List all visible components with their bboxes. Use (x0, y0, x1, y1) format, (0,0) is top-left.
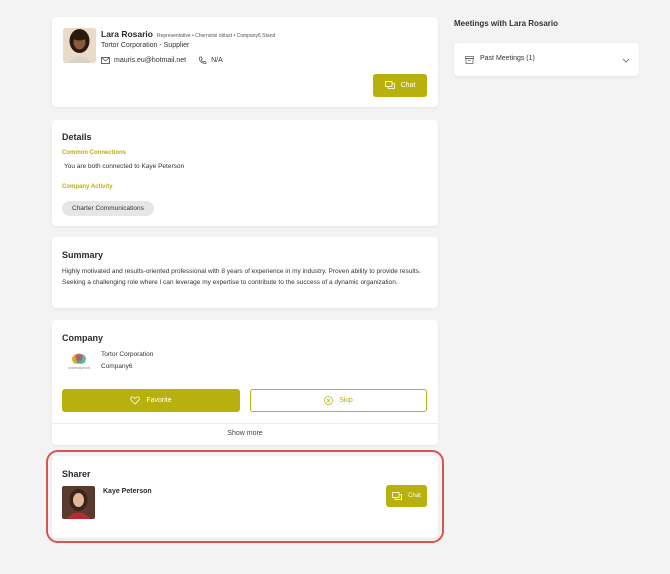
chat-icon (384, 81, 395, 89)
profile-phone: N/A (211, 57, 223, 64)
past-meetings-accordion[interactable]: Past Meetings (1) (454, 43, 639, 76)
common-connections-text: You are both connected to Kaye Peterson (64, 163, 185, 170)
profile-chat-button[interactable]: Chat (373, 74, 427, 97)
company-logo-icon (72, 353, 86, 364)
summary-text: Highly motivated and results-oriented pr… (62, 268, 421, 286)
company-logo-text: CORPORATION (67, 366, 91, 370)
details-card: Details Common Connections You are both … (52, 120, 438, 226)
skip-label: Skip (339, 397, 353, 404)
profile-avatar (63, 28, 96, 63)
avatar-portrait-icon (63, 28, 96, 63)
profile-card: Lara Rosario Representative • Chernivtsi… (52, 17, 438, 107)
activity-tag[interactable]: Charter Communications (62, 201, 154, 216)
meetings-title: Meetings with Lara Rosario (454, 19, 559, 28)
phone-icon (199, 56, 207, 64)
company-activity-label: Company Activity (62, 184, 113, 190)
company-title: Company (62, 333, 104, 343)
profile-organization: Tortor Corporation - Supplier (101, 42, 190, 49)
favorite-button[interactable]: Favorite (62, 389, 240, 412)
profile-email[interactable]: mauris.eu@hotmail.net (114, 57, 186, 64)
skip-icon (324, 396, 334, 405)
common-connections-label: Common Connections (62, 150, 126, 156)
archive-icon (465, 56, 474, 64)
chevron-down-icon[interactable] (622, 58, 630, 63)
envelope-icon (101, 57, 110, 64)
company-logo: CORPORATION (66, 352, 92, 376)
favorite-label: Favorite (146, 397, 172, 404)
profile-name: Lara Rosario (101, 29, 153, 39)
heart-icon (130, 396, 141, 405)
show-more-link[interactable]: Show more (52, 430, 438, 437)
sharer-highlight-outline (46, 450, 444, 543)
company-card: Company CORPORATION Tortor Corporation C… (52, 320, 438, 445)
summary-card: Summary Highly motivated and results-ori… (52, 237, 438, 308)
skip-button[interactable]: Skip (250, 389, 427, 412)
profile-chat-label: Chat (400, 82, 416, 89)
past-meetings-label: Past Meetings (1) (480, 55, 535, 62)
details-title: Details (62, 132, 92, 142)
company-sub: Company6 (101, 363, 133, 370)
profile-roles: Representative • Chernivtsi oblast • Com… (156, 33, 276, 39)
company-divider (52, 423, 438, 424)
summary-title: Summary (62, 250, 104, 260)
company-name: Tortor Corporation (101, 351, 154, 358)
